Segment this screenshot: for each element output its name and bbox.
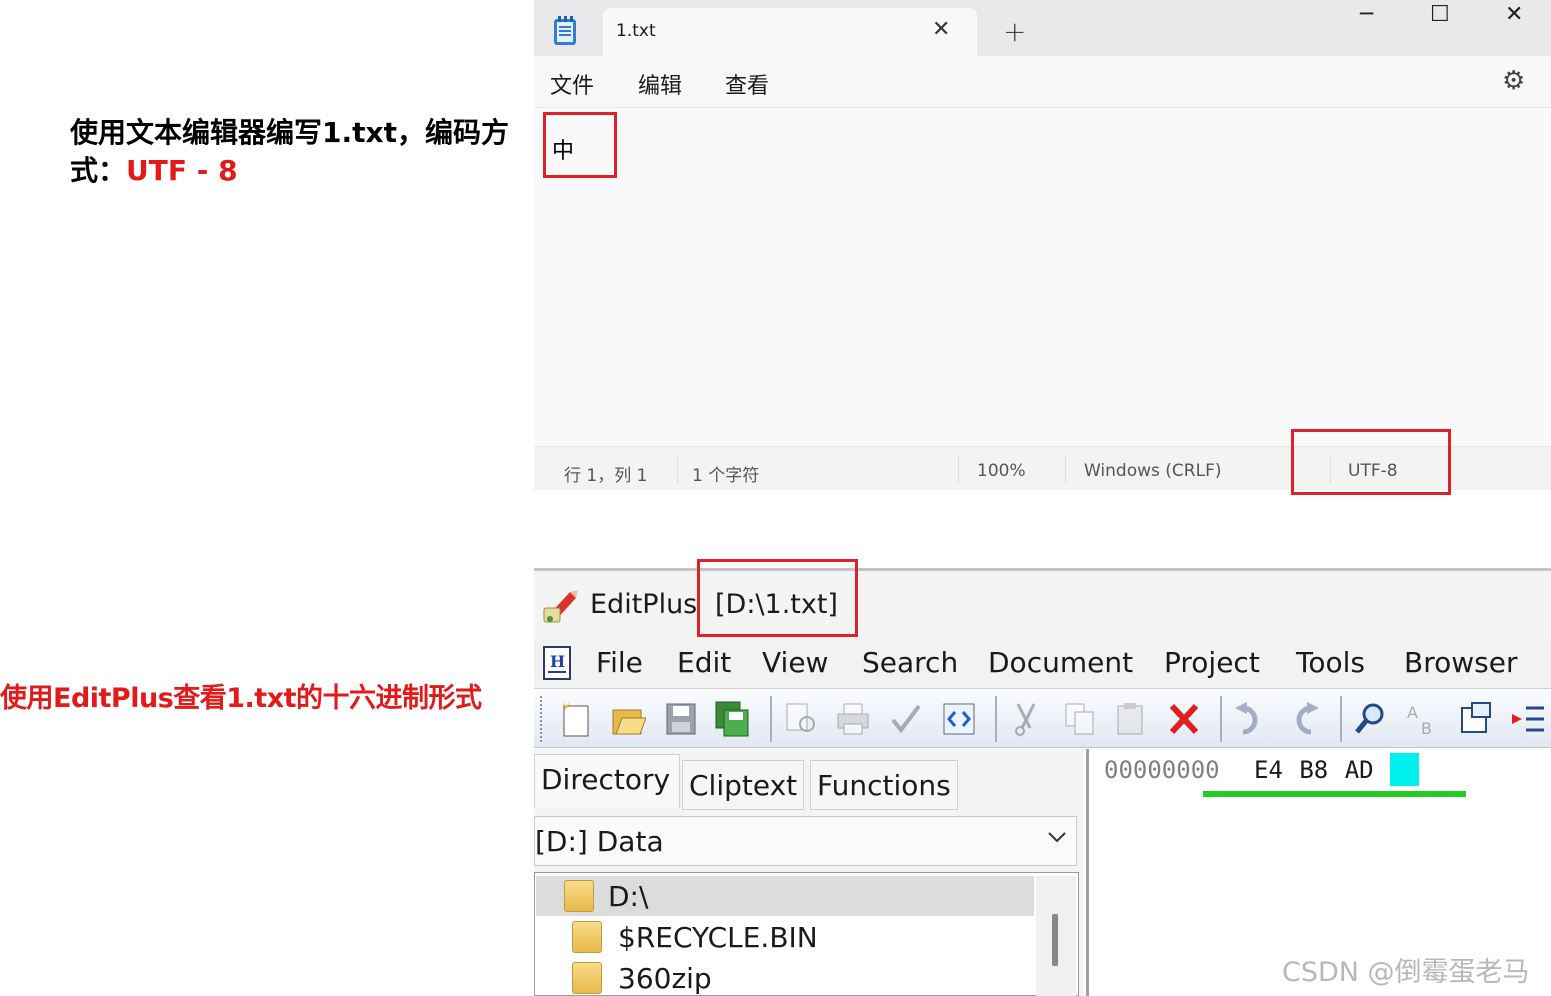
folder-icon (564, 880, 594, 912)
new-tab-button[interactable]: + (1003, 15, 1026, 48)
close-window-button[interactable]: ✕ (1505, 2, 1523, 27)
notepad-tab[interactable] (603, 8, 977, 58)
tree-item-d-drive[interactable]: D:\ (608, 880, 648, 913)
status-zoom[interactable]: 100% (977, 461, 1026, 481)
ep-menu-document[interactable]: Document (988, 646, 1133, 679)
toolbar-separator (995, 696, 997, 742)
print-icon[interactable] (835, 700, 871, 738)
ep-menu-view[interactable]: View (762, 646, 828, 679)
watermark: CSDN @倒霉蛋老马 (1282, 957, 1530, 988)
tree-item-360zip[interactable]: 360zip (618, 962, 712, 995)
notepad-annotation: 使用文本编辑器编写1.txt，编码方式：UTF - 8 (70, 114, 510, 190)
ep-menu-browser[interactable]: Browser (1404, 646, 1517, 679)
tab-cliptext[interactable]: Cliptext (682, 760, 804, 810)
replace-icon[interactable]: AB (1405, 700, 1441, 738)
save-icon[interactable] (663, 700, 699, 738)
menu-view[interactable]: 查看 (725, 68, 769, 100)
status-char-count: 1 个字符 (692, 466, 760, 486)
editplus-annotation: 使用EditPlus查看1.txt的十六进制形式 (0, 683, 482, 714)
chevron-down-icon[interactable] (1046, 826, 1068, 854)
save-all-icon[interactable] (714, 700, 750, 738)
content-highlight-box (543, 112, 617, 178)
status-divider (1065, 456, 1066, 484)
ep-menu-file[interactable]: File (596, 646, 643, 679)
editplus-app-icon (542, 586, 580, 624)
notepad-menu-bar (534, 56, 1551, 108)
cut-icon[interactable] (1008, 700, 1044, 738)
tree-item-recycle-bin[interactable]: $RECYCLE.BIN (618, 921, 818, 954)
folder-icon (572, 921, 602, 953)
svg-text:B: B (1421, 719, 1432, 738)
status-divider (958, 456, 959, 484)
svg-text:A: A (1407, 703, 1418, 722)
file-path-highlight-box (697, 559, 858, 637)
toolbar-separator (1340, 696, 1342, 742)
toolbar-separator (770, 696, 772, 742)
print-preview-icon[interactable] (783, 700, 819, 738)
ep-menu-search[interactable]: Search (862, 646, 958, 679)
status-divider (677, 456, 678, 484)
hex-address: 00000000 (1104, 756, 1220, 784)
notepad-app-icon (553, 16, 577, 46)
folder-icon (572, 962, 602, 994)
svg-text:H: H (550, 652, 565, 671)
tree-scrollbar-thumb[interactable] (1052, 914, 1058, 966)
tab-functions[interactable]: Functions (810, 760, 958, 810)
status-position: 行 1，列 1 (564, 466, 648, 486)
editplus-app-name: EditPlus (590, 589, 698, 620)
paste-icon[interactable] (1113, 700, 1149, 738)
spellcheck-icon[interactable] (887, 700, 923, 738)
encoding-highlight-box (1291, 429, 1451, 495)
ep-menu-project[interactable]: Project (1164, 646, 1260, 679)
document-icon[interactable]: H (542, 645, 576, 683)
drive-select[interactable]: [D:] Data (534, 816, 1077, 866)
toolbar-grip[interactable] (540, 696, 546, 742)
tab-directory[interactable]: Directory (534, 754, 680, 808)
minimize-button[interactable]: ─ (1360, 2, 1373, 27)
maximize-button[interactable]: ☐ (1430, 2, 1450, 27)
drive-select-value: [D:] Data (535, 825, 664, 858)
undo-icon[interactable] (1233, 700, 1269, 738)
notepad-annotation-encoding: UTF - 8 (126, 154, 238, 187)
ep-menu-tools[interactable]: Tools (1296, 646, 1365, 679)
menu-file[interactable]: 文件 (550, 68, 594, 100)
indent-icon[interactable] (1510, 700, 1546, 738)
new-file-icon[interactable] (558, 700, 594, 738)
copy-icon[interactable] (1062, 700, 1098, 738)
notepad-editor[interactable] (534, 108, 1551, 446)
status-line-ending[interactable]: Windows (CRLF) (1084, 461, 1222, 481)
bytes-underline (1203, 791, 1466, 797)
hex-bytes: E4 B8 AD (1254, 756, 1374, 784)
hex-cursor (1390, 753, 1419, 786)
browser-preview-icon[interactable] (941, 700, 977, 738)
window-icon[interactable] (1458, 700, 1494, 738)
open-folder-icon[interactable] (610, 700, 647, 738)
ep-menu-edit[interactable]: Edit (677, 646, 731, 679)
delete-icon[interactable] (1166, 700, 1202, 738)
redo-icon[interactable] (1285, 700, 1321, 738)
find-icon[interactable] (1353, 700, 1389, 738)
settings-gear-icon[interactable]: ⚙ (1502, 66, 1525, 96)
toolbar-separator (1220, 696, 1222, 742)
menu-edit[interactable]: 编辑 (638, 68, 682, 100)
notepad-tab-label: 1.txt (616, 21, 656, 41)
close-tab-icon[interactable]: ✕ (932, 17, 950, 42)
